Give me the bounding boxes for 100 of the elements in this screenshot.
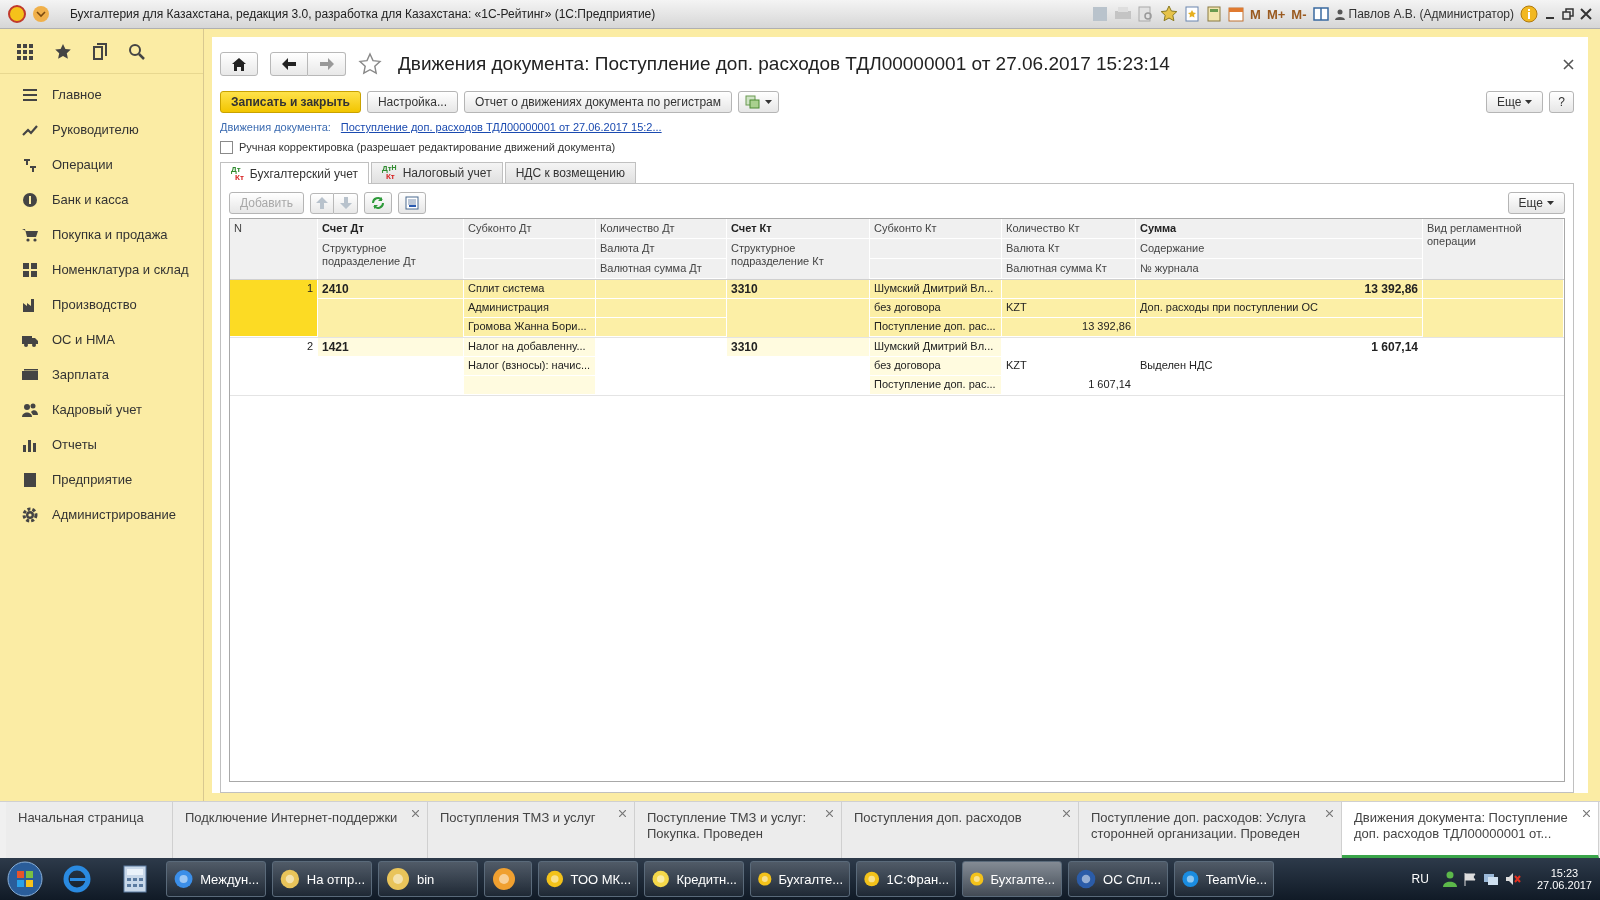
document-link[interactable]: Поступление доп. расходов ТДЛ00000001 от 27.06.2017 15:2... xyxy=(340,121,662,133)
column-header[interactable]: Субконто Кт xyxy=(870,219,1001,239)
dropdown-icon[interactable] xyxy=(32,5,50,23)
star-icon[interactable] xyxy=(54,43,72,61)
sidebar-item[interactable]: Покупка и продажа xyxy=(0,217,203,252)
restore-icon[interactable] xyxy=(1562,8,1574,20)
sidebar-item[interactable]: Производство xyxy=(0,287,203,322)
column-header[interactable]: Количество Дт xyxy=(596,219,726,239)
open-tab[interactable]: Поступления доп. расходов xyxy=(842,802,1079,858)
more-button[interactable]: Еще xyxy=(1507,192,1565,214)
sidebar-item[interactable]: ОС и НМА xyxy=(0,322,203,357)
panels-icon[interactable] xyxy=(1312,6,1329,22)
apps-grid-icon[interactable] xyxy=(16,43,34,61)
open-tab[interactable]: Поступления ТМЗ и услуг xyxy=(428,802,635,858)
taskbar-label: bin xyxy=(417,871,435,887)
column-header[interactable]: N xyxy=(230,219,317,279)
help-button[interactable]: ? xyxy=(1549,91,1574,113)
column-header[interactable]: Валютная сумма Дт xyxy=(596,259,726,279)
table-cell: Шумский Дмитрий Вл... xyxy=(870,280,1001,299)
open-tab[interactable]: Подключение Интернет-поддержки xyxy=(173,802,428,858)
column-header[interactable]: Вид регламентной операции xyxy=(1423,219,1563,279)
save-close-button[interactable]: Записать и закрыть xyxy=(220,91,361,113)
column-header[interactable]: Сумма xyxy=(1136,219,1422,239)
taskbar-button[interactable]: bin xyxy=(378,861,478,897)
open-tab[interactable]: Поступление доп. расходов: Услуга сторонней организации. Проведен xyxy=(1079,802,1342,858)
open-tab[interactable]: Поступление ТМЗ и услуг: Покупка. Проведен xyxy=(635,802,842,858)
sidebar-item[interactable]: Банк и касса xyxy=(0,182,203,217)
back-button[interactable] xyxy=(270,52,308,76)
column-header[interactable]: Валюта Кт xyxy=(1002,239,1135,259)
column-header[interactable]: Субконто Дт xyxy=(464,219,595,239)
sidebar-item[interactable]: Отчеты xyxy=(0,427,203,462)
open-tab[interactable]: Движения документа: Поступление доп. расходов ТДЛ00000001 от... xyxy=(1342,802,1599,858)
column-header[interactable]: Структурное подразделение Дт xyxy=(318,239,463,279)
table-row[interactable]: 1 2410 Сплит система Администрация Громова Жанна Бори... 3310 Шумский Дмитрий Вл... без договора Поступление доп. рас... KZT 13 392,86 13 392,86 Доп. расходы при поступлении ОС xyxy=(230,280,1564,338)
table-cell: Выделен НДС xyxy=(1136,357,1422,376)
info-icon[interactable] xyxy=(1520,5,1538,23)
toolbar-button[interactable]: Настройка... xyxy=(366,91,458,113)
clock-time[interactable]: 15:23 xyxy=(1550,867,1579,879)
open-tab[interactable]: Начальная страница xyxy=(6,802,173,858)
person-icon[interactable] xyxy=(1442,871,1457,887)
taskbar-label: Кредитн... xyxy=(676,871,737,887)
settings-icon xyxy=(22,506,38,523)
refresh-button[interactable] xyxy=(364,192,393,214)
calendar-icon[interactable] xyxy=(1228,6,1245,22)
taskbar-button[interactable]: ОС Спл... xyxy=(1068,861,1168,897)
start-button[interactable] xyxy=(6,860,44,898)
network-icon[interactable] xyxy=(1482,872,1499,886)
export-button[interactable] xyxy=(398,192,427,214)
close-icon[interactable] xyxy=(1580,8,1592,20)
memory-button[interactable]: M xyxy=(1250,6,1261,22)
column-header[interactable]: Счет Кт xyxy=(727,219,869,239)
taskbar-button[interactable]: Кредитн... xyxy=(644,861,744,897)
more-button[interactable]: Еще xyxy=(1485,91,1544,113)
export-dropdown-button[interactable] xyxy=(738,91,780,113)
sidebar-item[interactable]: Администрирование xyxy=(0,497,203,532)
toolbar-button[interactable]: Отчет о движениях документа по регистрам xyxy=(464,91,733,113)
memory-button[interactable]: M- xyxy=(1291,6,1307,22)
tab[interactable]: НДС к возмещению xyxy=(504,162,636,183)
checkbox[interactable] xyxy=(220,140,233,154)
language-indicator[interactable]: RU xyxy=(1411,872,1429,886)
column-header[interactable]: Содержание xyxy=(1136,239,1422,259)
taskbar-button[interactable]: 1С:Фран... xyxy=(856,861,956,897)
calculator-icon[interactable] xyxy=(122,865,148,893)
taskbar-button[interactable]: Бухгалте... xyxy=(750,861,850,897)
home-button[interactable] xyxy=(220,52,258,76)
search-icon[interactable] xyxy=(128,43,146,61)
taskbar-button[interactable]: Бухгалте... xyxy=(962,861,1062,897)
taskbar-button[interactable]: TeamVie... xyxy=(1174,861,1274,897)
window-title: Бухгалтерия для Казахстана, редакция 3.0, разработка для Казахстана: «1С-Рейтинг» (1С:Предприятие) xyxy=(70,7,656,21)
sidebar-item[interactable]: Номенклатура и склад xyxy=(0,252,203,287)
column-header[interactable]: Структурное подразделение Кт xyxy=(727,239,869,279)
taskbar-button[interactable] xyxy=(484,861,532,897)
row-number: 1 xyxy=(230,280,317,337)
close-icon[interactable] xyxy=(1563,58,1574,70)
clock-date[interactable]: 27.06.2017 xyxy=(1536,879,1592,891)
user-name[interactable]: Павлов А.В. (Администратор) xyxy=(1334,7,1514,21)
history-icon[interactable] xyxy=(92,43,108,61)
taskbar-button[interactable]: ТОО МК... xyxy=(538,861,638,897)
table-row[interactable]: 2 1421 Налог на добавленну... Налог (взносы): начис... 3310 Шумский Дмитрий Вл... без договора Поступление доп. рас... KZT 1 607,14 1 607,14 Выделен НДС xyxy=(230,338,1564,396)
favorite-star-icon[interactable] xyxy=(358,52,382,76)
table-cell: 3310 xyxy=(727,338,869,357)
sidebar-item[interactable]: Руководителю xyxy=(0,112,203,147)
taskbar-button[interactable]: На отпр... xyxy=(272,861,372,897)
flag-icon[interactable] xyxy=(1462,872,1477,886)
sidebar-item[interactable]: Зарплата xyxy=(0,357,203,392)
column-header[interactable]: Количество Кт xyxy=(1002,219,1135,239)
star-icon[interactable] xyxy=(1160,5,1179,23)
volume-icon[interactable] xyxy=(1504,872,1521,886)
sidebar-item[interactable]: Кадровый учет xyxy=(0,392,203,427)
document-title: Движения документа: Поступление доп. расходов ТДЛ00000001 от 27.06.2017 15:23:14 xyxy=(398,53,1170,75)
sidebar-item[interactable]: Главное xyxy=(0,77,203,112)
sidebar-item[interactable]: Операции xyxy=(0,147,203,182)
column-header[interactable]: Валютная сумма Кт xyxy=(1002,259,1135,279)
column-header[interactable]: Валюта Дт xyxy=(596,239,726,259)
taskbar-button[interactable]: Междун... xyxy=(166,861,266,897)
ledger-icon xyxy=(22,156,38,173)
column-header[interactable]: Счет Дт xyxy=(318,219,463,239)
sidebar-item[interactable]: Предприятие xyxy=(0,462,203,497)
memory-button[interactable]: M+ xyxy=(1266,6,1286,22)
column-header[interactable]: № журнала xyxy=(1136,259,1422,279)
